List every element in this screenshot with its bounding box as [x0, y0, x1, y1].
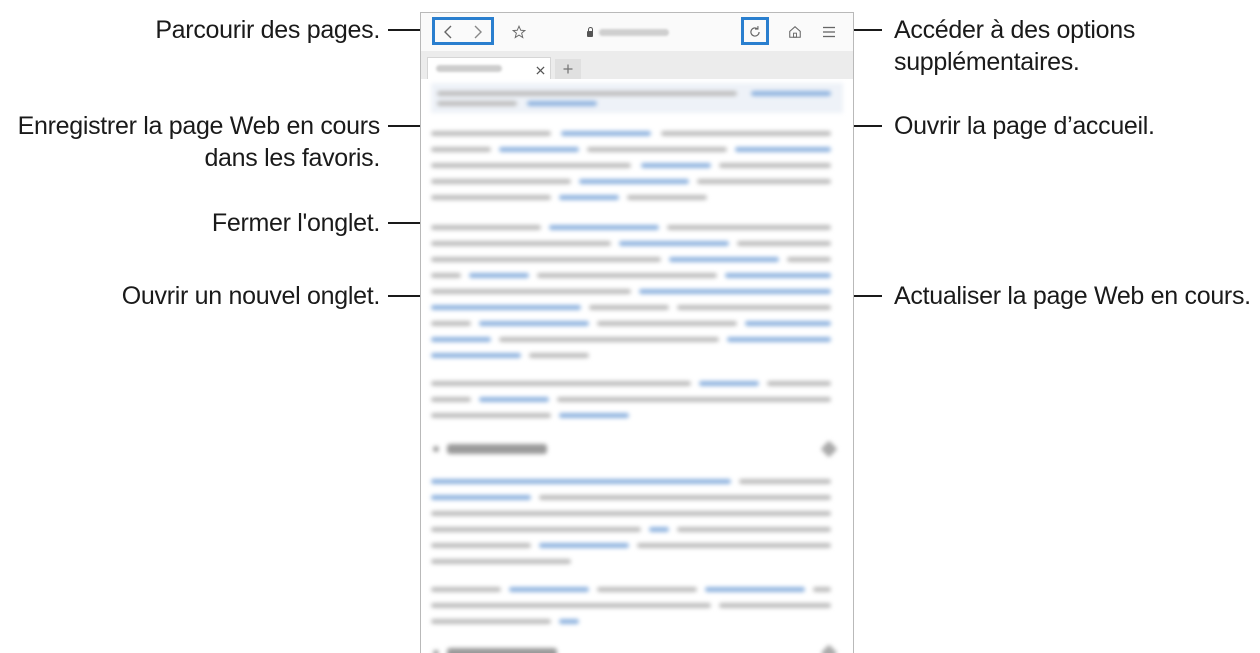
close-icon [535, 65, 545, 75]
callout-navigate: Parcourir des pages. [155, 16, 380, 44]
callout-bookmark-line1: Enregistrer la page Web en cours [17, 112, 381, 140]
address-bar[interactable] [587, 24, 687, 40]
close-tab-button[interactable] [532, 62, 548, 78]
callout-close-tab: Fermer l'onglet. [211, 209, 380, 237]
star-icon [512, 25, 526, 39]
address-text-blurred [599, 28, 669, 36]
browser-toolbar [421, 13, 853, 51]
callout-more-options-line1: Accéder à des options [894, 16, 1136, 44]
more-options-button[interactable] [816, 20, 842, 44]
browser-window [420, 12, 854, 653]
lock-icon [587, 26, 593, 37]
bookmark-button[interactable] [506, 20, 532, 44]
plus-icon [563, 64, 573, 74]
home-button[interactable] [782, 20, 808, 44]
back-button[interactable] [435, 20, 461, 44]
back-icon [444, 25, 452, 39]
refresh-button[interactable] [742, 20, 768, 44]
tab-strip [421, 51, 853, 79]
menu-icon [823, 26, 835, 38]
page-content-blurred [421, 79, 853, 653]
callout-more-options-line2: supplémentaires. [894, 48, 1080, 76]
home-icon [789, 26, 801, 38]
tab-title-blurred [436, 65, 502, 72]
callout-refresh: Actualiser la page Web en cours. [894, 282, 1251, 310]
callout-new-tab: Ouvrir un nouvel onglet. [121, 282, 381, 310]
callout-home-page: Ouvrir la page d’accueil. [894, 112, 1155, 140]
new-tab-button[interactable] [555, 59, 581, 79]
refresh-icon [750, 26, 760, 37]
callout-bookmark-line2: dans les favoris. [204, 144, 380, 172]
forward-button[interactable] [465, 20, 491, 44]
notice-banner [431, 83, 843, 113]
forward-icon [474, 25, 482, 39]
tab-current[interactable] [427, 57, 551, 79]
